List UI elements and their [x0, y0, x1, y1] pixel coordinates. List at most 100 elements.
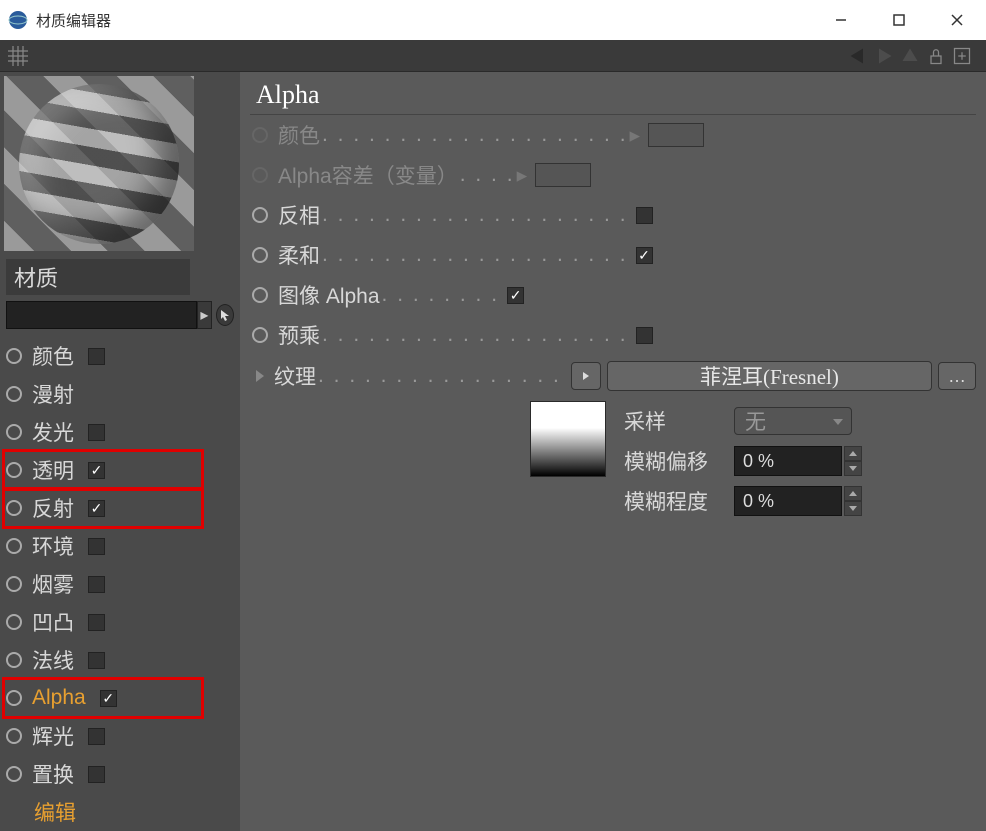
property-checkbox[interactable] [636, 247, 653, 264]
radio-icon[interactable] [6, 424, 22, 440]
blur-scale-spinner[interactable] [844, 486, 862, 516]
property-row: 颜色. . . . . . . . . . . . . . . . . . . … [250, 115, 976, 155]
channel-label: 漫射 [32, 379, 74, 409]
property-label: 颜色 [278, 120, 320, 150]
channel-颜色[interactable]: 颜色 [6, 337, 234, 375]
property-checkbox[interactable] [636, 207, 653, 224]
blur-offset-label: 模糊偏移 [624, 446, 734, 476]
color-swatch [648, 123, 704, 147]
texture-preview-swatch[interactable] [530, 401, 606, 477]
property-label: 反相 [278, 200, 320, 230]
property-row: 预乘. . . . . . . . . . . . . . . . . . . … [250, 315, 976, 355]
radio-icon[interactable] [252, 327, 268, 343]
channel-label: 置换 [32, 759, 74, 789]
channel-辉光[interactable]: 辉光 [6, 717, 234, 755]
radio-icon[interactable] [6, 386, 22, 402]
channel-发光[interactable]: 发光 [6, 413, 234, 451]
edit-section-label[interactable]: 编辑 [0, 793, 240, 831]
nav-forward-icon[interactable] [874, 46, 894, 66]
radio-icon[interactable] [6, 614, 22, 630]
picker-icon[interactable] [216, 304, 234, 326]
radio-icon[interactable] [252, 167, 268, 183]
channel-checkbox[interactable] [88, 462, 105, 479]
chevron-right-icon: ▸ [517, 163, 528, 188]
blur-offset-spinner[interactable] [844, 446, 862, 476]
property-row: Alpha容差（变量）. . . . ▸ [250, 155, 976, 195]
material-preview[interactable] [4, 76, 194, 251]
texture-name-button[interactable]: 菲涅耳(Fresnel) [607, 361, 932, 391]
channel-环境[interactable]: 环境 [6, 527, 234, 565]
radio-icon[interactable] [6, 462, 22, 478]
texture-pick-button[interactable] [571, 362, 601, 390]
sidebar: 材质 ▸ 颜色漫射发光透明反射环境烟雾凹凸法线 Alpha 辉光置换 编辑 [0, 72, 240, 831]
channel-checkbox[interactable] [88, 766, 105, 783]
content-panel: Alpha 颜色. . . . . . . . . . . . . . . . … [240, 72, 986, 831]
color-swatch [535, 163, 591, 187]
property-row: 柔和. . . . . . . . . . . . . . . . . . . … [250, 235, 976, 275]
radio-icon[interactable] [6, 652, 22, 668]
channel-checkbox[interactable] [88, 652, 105, 669]
nav-up-icon[interactable] [900, 46, 920, 66]
channel-凹凸[interactable]: 凹凸 [6, 603, 234, 641]
chevron-right-icon: ▸ [630, 123, 641, 148]
texture-more-button[interactable]: … [938, 362, 976, 390]
radio-icon[interactable] [6, 500, 22, 516]
channel-checkbox[interactable] [100, 690, 117, 707]
radio-icon[interactable] [6, 348, 22, 364]
channel-label: 透明 [32, 455, 74, 485]
channel-list: 颜色漫射发光透明反射环境烟雾凹凸法线 Alpha 辉光置换 [0, 337, 240, 793]
channel-label: 烟雾 [32, 569, 74, 599]
new-tab-icon[interactable] [952, 46, 972, 66]
channel-label: Alpha [32, 686, 86, 710]
channel-label: 法线 [32, 645, 74, 675]
radio-icon[interactable] [252, 127, 268, 143]
material-name-dropdown[interactable]: ▸ [197, 301, 212, 329]
property-label: 柔和 [278, 240, 320, 270]
sampling-dropdown[interactable]: 无 [734, 407, 852, 435]
minimize-button[interactable] [812, 0, 870, 40]
channel-漫射[interactable]: 漫射 [6, 375, 234, 413]
property-checkbox[interactable] [507, 287, 524, 304]
channel-法线[interactable]: 法线 [6, 641, 234, 679]
channel-label: 环境 [32, 531, 74, 561]
grid-icon[interactable] [8, 46, 28, 66]
toolbar [0, 40, 986, 72]
property-checkbox[interactable] [636, 327, 653, 344]
nav-back-icon[interactable] [848, 46, 868, 66]
material-name-label: 材质 [6, 259, 190, 295]
radio-icon[interactable] [6, 538, 22, 554]
channel-置换[interactable]: 置换 [6, 755, 234, 793]
maximize-button[interactable] [870, 0, 928, 40]
channel-checkbox[interactable] [88, 500, 105, 517]
blur-scale-input[interactable]: 0 % [734, 486, 842, 516]
channel-label: 反射 [32, 493, 74, 523]
lock-icon[interactable] [926, 46, 946, 66]
channel-alpha[interactable]: Alpha [6, 679, 234, 717]
radio-icon[interactable] [6, 690, 22, 706]
channel-反射[interactable]: 反射 [6, 489, 234, 527]
radio-icon[interactable] [252, 247, 268, 263]
material-name-input[interactable] [6, 301, 197, 329]
radio-icon[interactable] [6, 728, 22, 744]
channel-checkbox[interactable] [88, 728, 105, 745]
window-title: 材质编辑器 [36, 10, 812, 31]
radio-icon[interactable] [6, 766, 22, 782]
channel-checkbox[interactable] [88, 424, 105, 441]
close-button[interactable] [928, 0, 986, 40]
channel-checkbox[interactable] [88, 614, 105, 631]
channel-checkbox[interactable] [88, 576, 105, 593]
radio-icon[interactable] [252, 287, 268, 303]
channel-透明[interactable]: 透明 [6, 451, 234, 489]
channel-checkbox[interactable] [88, 348, 105, 365]
blur-offset-input[interactable]: 0 % [734, 446, 842, 476]
channel-checkbox[interactable] [88, 538, 105, 555]
panel-title: Alpha [250, 78, 976, 115]
radio-icon[interactable] [6, 576, 22, 592]
expand-triangle-icon[interactable] [256, 370, 264, 382]
radio-icon[interactable] [252, 207, 268, 223]
sampling-label: 采样 [624, 406, 734, 436]
channel-label: 颜色 [32, 341, 74, 371]
property-label: 预乘 [278, 320, 320, 350]
property-row: 反相. . . . . . . . . . . . . . . . . . . … [250, 195, 976, 235]
channel-烟雾[interactable]: 烟雾 [6, 565, 234, 603]
